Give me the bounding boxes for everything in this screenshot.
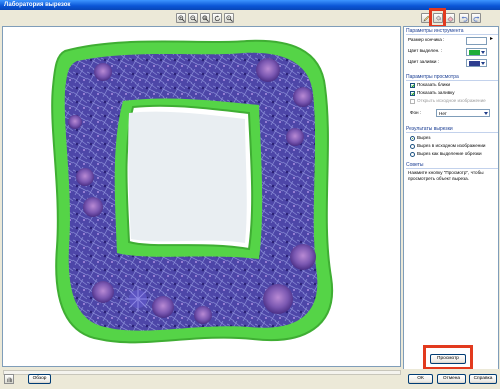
chevron-down-icon (481, 51, 485, 54)
result-option-original-radio[interactable] (410, 144, 415, 149)
chevron-down-icon (481, 62, 485, 65)
fill-color-label: Цвет заливки : (408, 59, 440, 64)
divider (406, 34, 498, 35)
result-option-selection-label: Вырез как выделение обрезки (417, 151, 482, 156)
result-option-cutout-label: Вырез (417, 135, 431, 140)
preview-highlight-frame (423, 345, 473, 370)
brush-size-field[interactable] (466, 37, 487, 45)
zoom-in-icon[interactable] (176, 13, 186, 23)
show-outline-checkbox[interactable] (410, 83, 415, 88)
show-original-checkbox[interactable] (410, 99, 415, 104)
help-button[interactable]: Справка (469, 374, 497, 384)
background-select[interactable]: Нет (436, 109, 490, 117)
divider (406, 80, 498, 81)
divider (406, 168, 498, 169)
outline-color-picker[interactable] (466, 48, 487, 56)
brush-size-arrow-icon[interactable]: ▸ (490, 36, 493, 42)
cancel-button[interactable]: Отмена (437, 374, 466, 384)
brush-size-label: Размер кончика : (408, 37, 445, 42)
hand-icon[interactable] (4, 374, 14, 384)
show-original-label: Открыть исходное изображение (417, 98, 486, 103)
toolbar (0, 8, 500, 28)
result-option-cutout-radio[interactable] (410, 136, 415, 141)
image-canvas[interactable] (2, 26, 401, 367)
bottom-bar: Обзор ОК Отмена Справка (0, 369, 500, 389)
zoom-out-icon[interactable] (188, 13, 198, 23)
settings-panel: Параметры инструмента Размер кончика : ▸… (403, 26, 499, 371)
title-bar: Лаборатория вырезок (0, 0, 500, 10)
chevron-down-icon (484, 112, 488, 115)
zoom-fit-icon[interactable] (200, 13, 210, 23)
tool-highlight-frame (429, 8, 446, 28)
outline-color-label: Цвет выделен. : (408, 48, 442, 53)
window-title: Лаборатория вырезок (4, 2, 71, 8)
show-fill-checkbox[interactable] (410, 91, 415, 96)
outline-color-swatch (469, 50, 480, 55)
fill-color-picker[interactable] (466, 59, 487, 67)
tips-text: Нажмите кнопку "Просмотр", чтобы просмот… (408, 170, 484, 181)
redo-icon[interactable] (471, 13, 481, 23)
horizontal-scrollbar[interactable] (3, 370, 401, 375)
show-fill-label: Показать заливку (417, 90, 455, 95)
ok-button[interactable]: ОК (408, 374, 433, 384)
eraser-icon[interactable] (445, 13, 455, 23)
zoom-100-icon[interactable] (224, 13, 234, 23)
background-label: Фон : (410, 110, 422, 115)
divider (406, 132, 498, 133)
rotate-icon[interactable] (212, 13, 222, 23)
wreath-photo (51, 39, 334, 344)
browse-button[interactable]: Обзор (28, 374, 51, 384)
result-option-original-label: Вырез в исходном изображении (417, 143, 486, 148)
background-select-value: Нет (439, 111, 447, 116)
show-outline-label: Показать блики (417, 82, 451, 87)
undo-icon[interactable] (459, 13, 469, 23)
result-option-selection-radio[interactable] (410, 152, 415, 157)
fill-color-swatch (469, 61, 480, 66)
